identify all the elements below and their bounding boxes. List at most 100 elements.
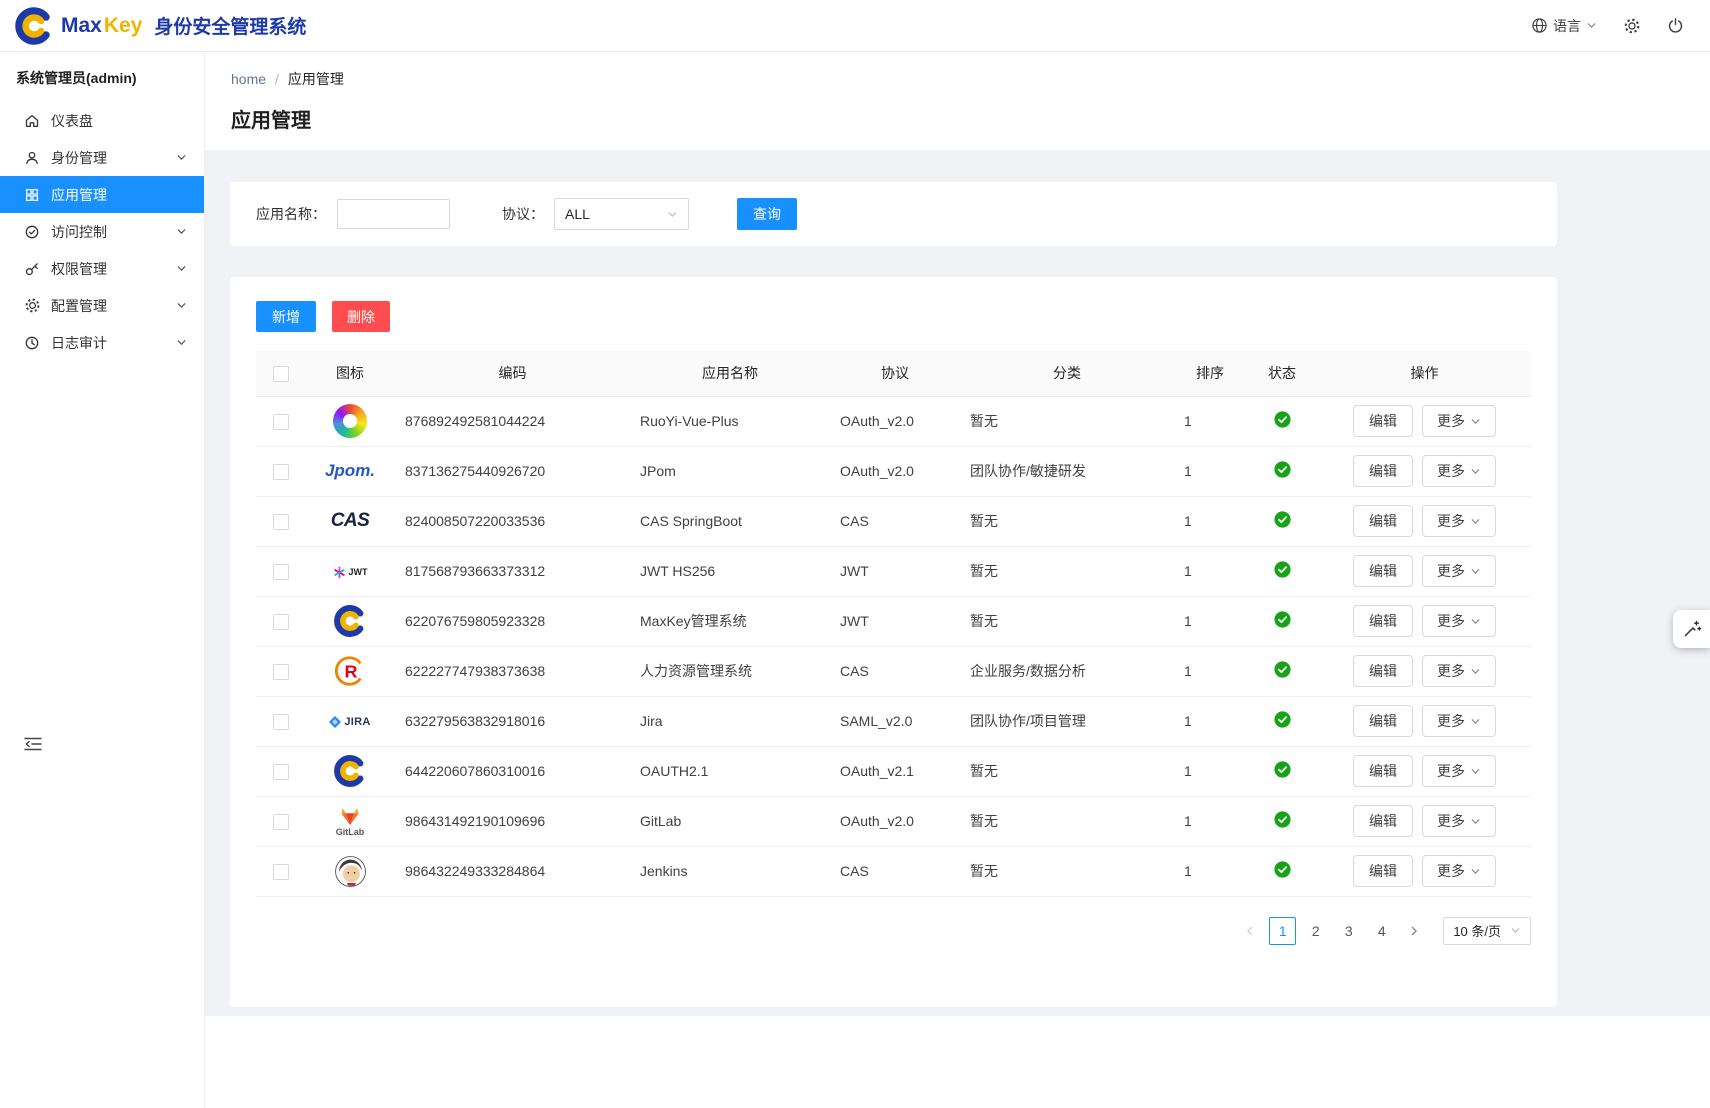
status-enabled-icon (1274, 815, 1291, 831)
globe-icon (1531, 17, 1548, 34)
row-checkbox[interactable] (273, 864, 289, 880)
app-code: 622227747938373638 (395, 646, 630, 696)
edit-button[interactable]: 编辑 (1353, 655, 1413, 687)
current-user-label: 系统管理员(admin) (0, 52, 204, 102)
more-button[interactable]: 更多 (1422, 855, 1496, 887)
breadcrumb-home-link[interactable]: home (231, 71, 266, 87)
maxkey-logo-icon (14, 6, 54, 46)
edit-button[interactable]: 编辑 (1353, 605, 1413, 637)
chevron-down-icon (1470, 566, 1481, 577)
language-switcher[interactable]: 语言 (1531, 16, 1597, 36)
table-row: JIRA632279563832918016JiraSAML_v2.0团队协作/… (256, 696, 1531, 746)
sidebar-item-audit[interactable]: 日志审计 (0, 324, 204, 361)
app-sort: 1 (1174, 746, 1246, 796)
collapse-sidebar-button[interactable] (24, 737, 42, 756)
sidebar-item-access[interactable]: 访问控制 (0, 213, 204, 250)
edit-button[interactable]: 编辑 (1353, 455, 1413, 487)
page-title: 应用管理 (231, 104, 1684, 133)
page-2-button[interactable]: 2 (1302, 917, 1329, 945)
sidebar-item-dashboard[interactable]: 仪表盘 (0, 102, 204, 139)
add-button[interactable]: 新增 (256, 301, 316, 332)
prev-page-button[interactable] (1237, 917, 1263, 945)
more-button[interactable]: 更多 (1422, 605, 1496, 637)
sidebar-item-application[interactable]: 应用管理 (0, 176, 204, 213)
row-checkbox[interactable] (273, 464, 289, 480)
more-button[interactable]: 更多 (1422, 755, 1496, 787)
table-row: Jpom.837136275440926720JPomOAuth_v2.0团队协… (256, 446, 1531, 496)
app-protocol: SAML_v2.0 (830, 696, 960, 746)
edit-button[interactable]: 编辑 (1353, 805, 1413, 837)
app-protocol: CAS (830, 496, 960, 546)
edit-button[interactable]: 编辑 (1353, 405, 1413, 437)
row-checkbox[interactable] (273, 514, 289, 530)
table-row: CAS824008507220033536CAS SpringBootCAS暂无… (256, 496, 1531, 546)
more-button[interactable]: 更多 (1422, 705, 1496, 737)
col-icon: 图标 (305, 351, 395, 396)
chevron-down-icon (1470, 616, 1481, 627)
row-checkbox[interactable] (273, 664, 289, 680)
sidebar-item-label: 仪表盘 (51, 111, 93, 131)
col-sort: 排序 (1174, 351, 1246, 396)
edit-button[interactable]: 编辑 (1353, 855, 1413, 887)
page-4-button[interactable]: 4 (1368, 917, 1395, 945)
status-enabled-icon (1274, 865, 1291, 881)
select-all-checkbox[interactable] (273, 366, 289, 382)
protocol-select[interactable]: ALL (554, 198, 689, 230)
more-button[interactable]: 更多 (1422, 455, 1496, 487)
status-enabled-icon (1274, 765, 1291, 781)
edit-button[interactable]: 编辑 (1353, 555, 1413, 587)
next-page-button[interactable] (1401, 917, 1427, 945)
app-category: 团队协作/项目管理 (960, 696, 1174, 746)
app-protocol: CAS (830, 846, 960, 896)
row-checkbox[interactable] (273, 614, 289, 630)
pagination: 1234 10 条/页 (256, 917, 1531, 945)
row-checkbox[interactable] (273, 764, 289, 780)
col-protocol: 协议 (830, 351, 960, 396)
hr-logo-icon: R (333, 654, 367, 688)
jwt-logo-icon: JWT (333, 566, 368, 579)
more-button[interactable]: 更多 (1422, 555, 1496, 587)
logout-icon[interactable] (1667, 17, 1684, 34)
page-size-select[interactable]: 10 条/页 (1443, 917, 1531, 945)
search-button[interactable]: 查询 (737, 198, 797, 230)
ruoyi-logo-icon (333, 404, 367, 438)
jpom-logo-icon: Jpom. (325, 461, 375, 481)
app-name: JWT HS256 (630, 546, 830, 596)
cas-logo-icon: CAS (331, 510, 370, 532)
row-checkbox[interactable] (273, 814, 289, 830)
row-checkbox[interactable] (273, 714, 289, 730)
more-button[interactable]: 更多 (1422, 805, 1496, 837)
app-code: 644220607860310016 (395, 746, 630, 796)
page-1-button[interactable]: 1 (1269, 917, 1296, 945)
content-area: 应用名称： 协议： ALL 查询 新增 删除 (205, 150, 1710, 1016)
app-category: 团队协作/敏捷研发 (960, 446, 1174, 496)
page-3-button[interactable]: 3 (1335, 917, 1362, 945)
table-row: R622227747938373638人力资源管理系统CAS企业服务/数据分析1… (256, 646, 1531, 696)
app-sort: 1 (1174, 796, 1246, 846)
edit-button[interactable]: 编辑 (1353, 505, 1413, 537)
app-protocol: OAuth_v2.0 (830, 446, 960, 496)
brand: Max Key 身份安全管理系统 (14, 6, 306, 46)
app-category: 暂无 (960, 546, 1174, 596)
row-checkbox[interactable] (273, 564, 289, 580)
more-button[interactable]: 更多 (1422, 655, 1496, 687)
application-icon (24, 186, 41, 203)
row-checkbox[interactable] (273, 414, 289, 430)
delete-button[interactable]: 删除 (332, 301, 390, 332)
maxkey-logo-icon (333, 604, 367, 638)
annotation-tool-button[interactable] (1673, 610, 1710, 648)
app-name-input[interactable] (337, 199, 450, 229)
edit-button[interactable]: 编辑 (1353, 755, 1413, 787)
svg-text:R: R (344, 662, 357, 682)
app-code: 622076759805923328 (395, 596, 630, 646)
app-code: 986431492190109696 (395, 796, 630, 846)
sidebar-item-permission[interactable]: 权限管理 (0, 250, 204, 287)
sidebar-item-config[interactable]: 配置管理 (0, 287, 204, 324)
app-category: 暂无 (960, 746, 1174, 796)
app-name-label: 应用名称： (256, 204, 326, 224)
gear-icon[interactable] (1623, 17, 1641, 35)
edit-button[interactable]: 编辑 (1353, 705, 1413, 737)
more-button[interactable]: 更多 (1422, 505, 1496, 537)
more-button[interactable]: 更多 (1422, 405, 1496, 437)
sidebar-item-identity[interactable]: 身份管理 (0, 139, 204, 176)
